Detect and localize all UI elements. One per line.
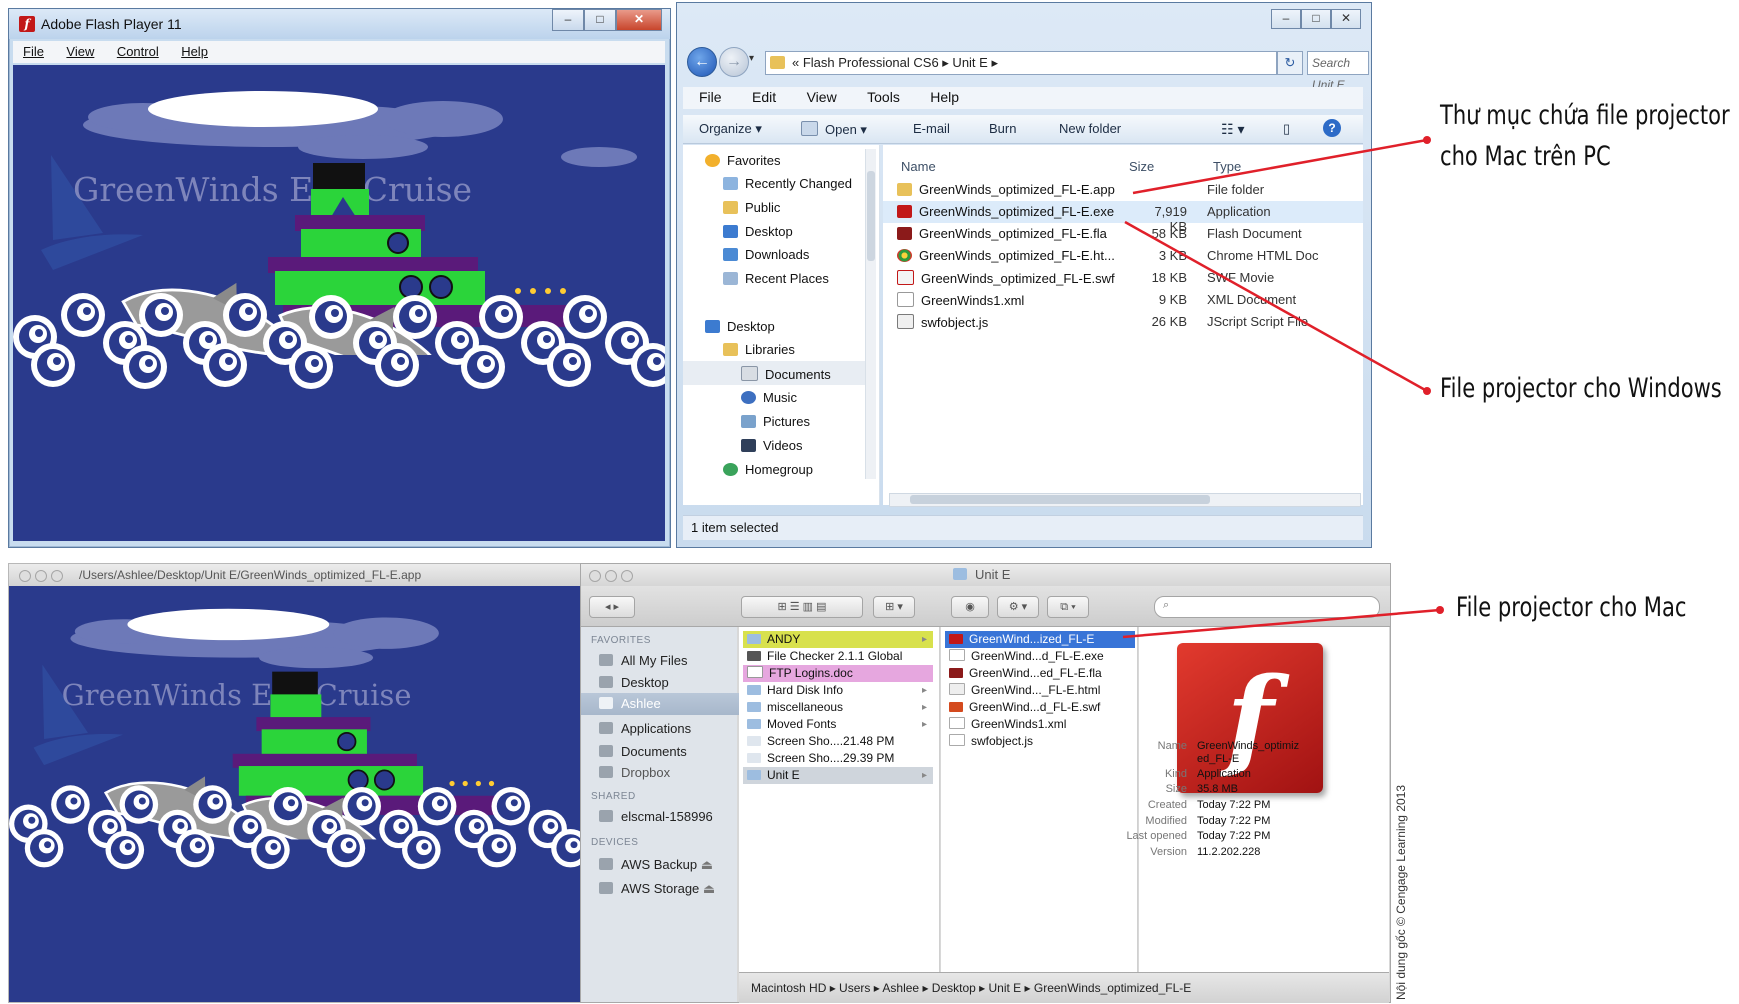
callout-mac-on-pc-line2: cho Mac trên PC — [1440, 141, 1611, 172]
callout-mac-on-pc-line1: Thư mục chứa file projector — [1440, 100, 1730, 131]
callout-windows: File projector cho Windows — [1440, 373, 1722, 404]
copyright-credit: Nội dung gốc © Cengage Learning 2013 — [1394, 784, 1408, 1000]
callout-line-mac-on-pc — [1132, 138, 1428, 195]
callout-mac: File projector cho Mac — [1456, 592, 1687, 623]
callout-line-mac — [1122, 608, 1441, 639]
callout-line-windows — [1124, 220, 1428, 393]
